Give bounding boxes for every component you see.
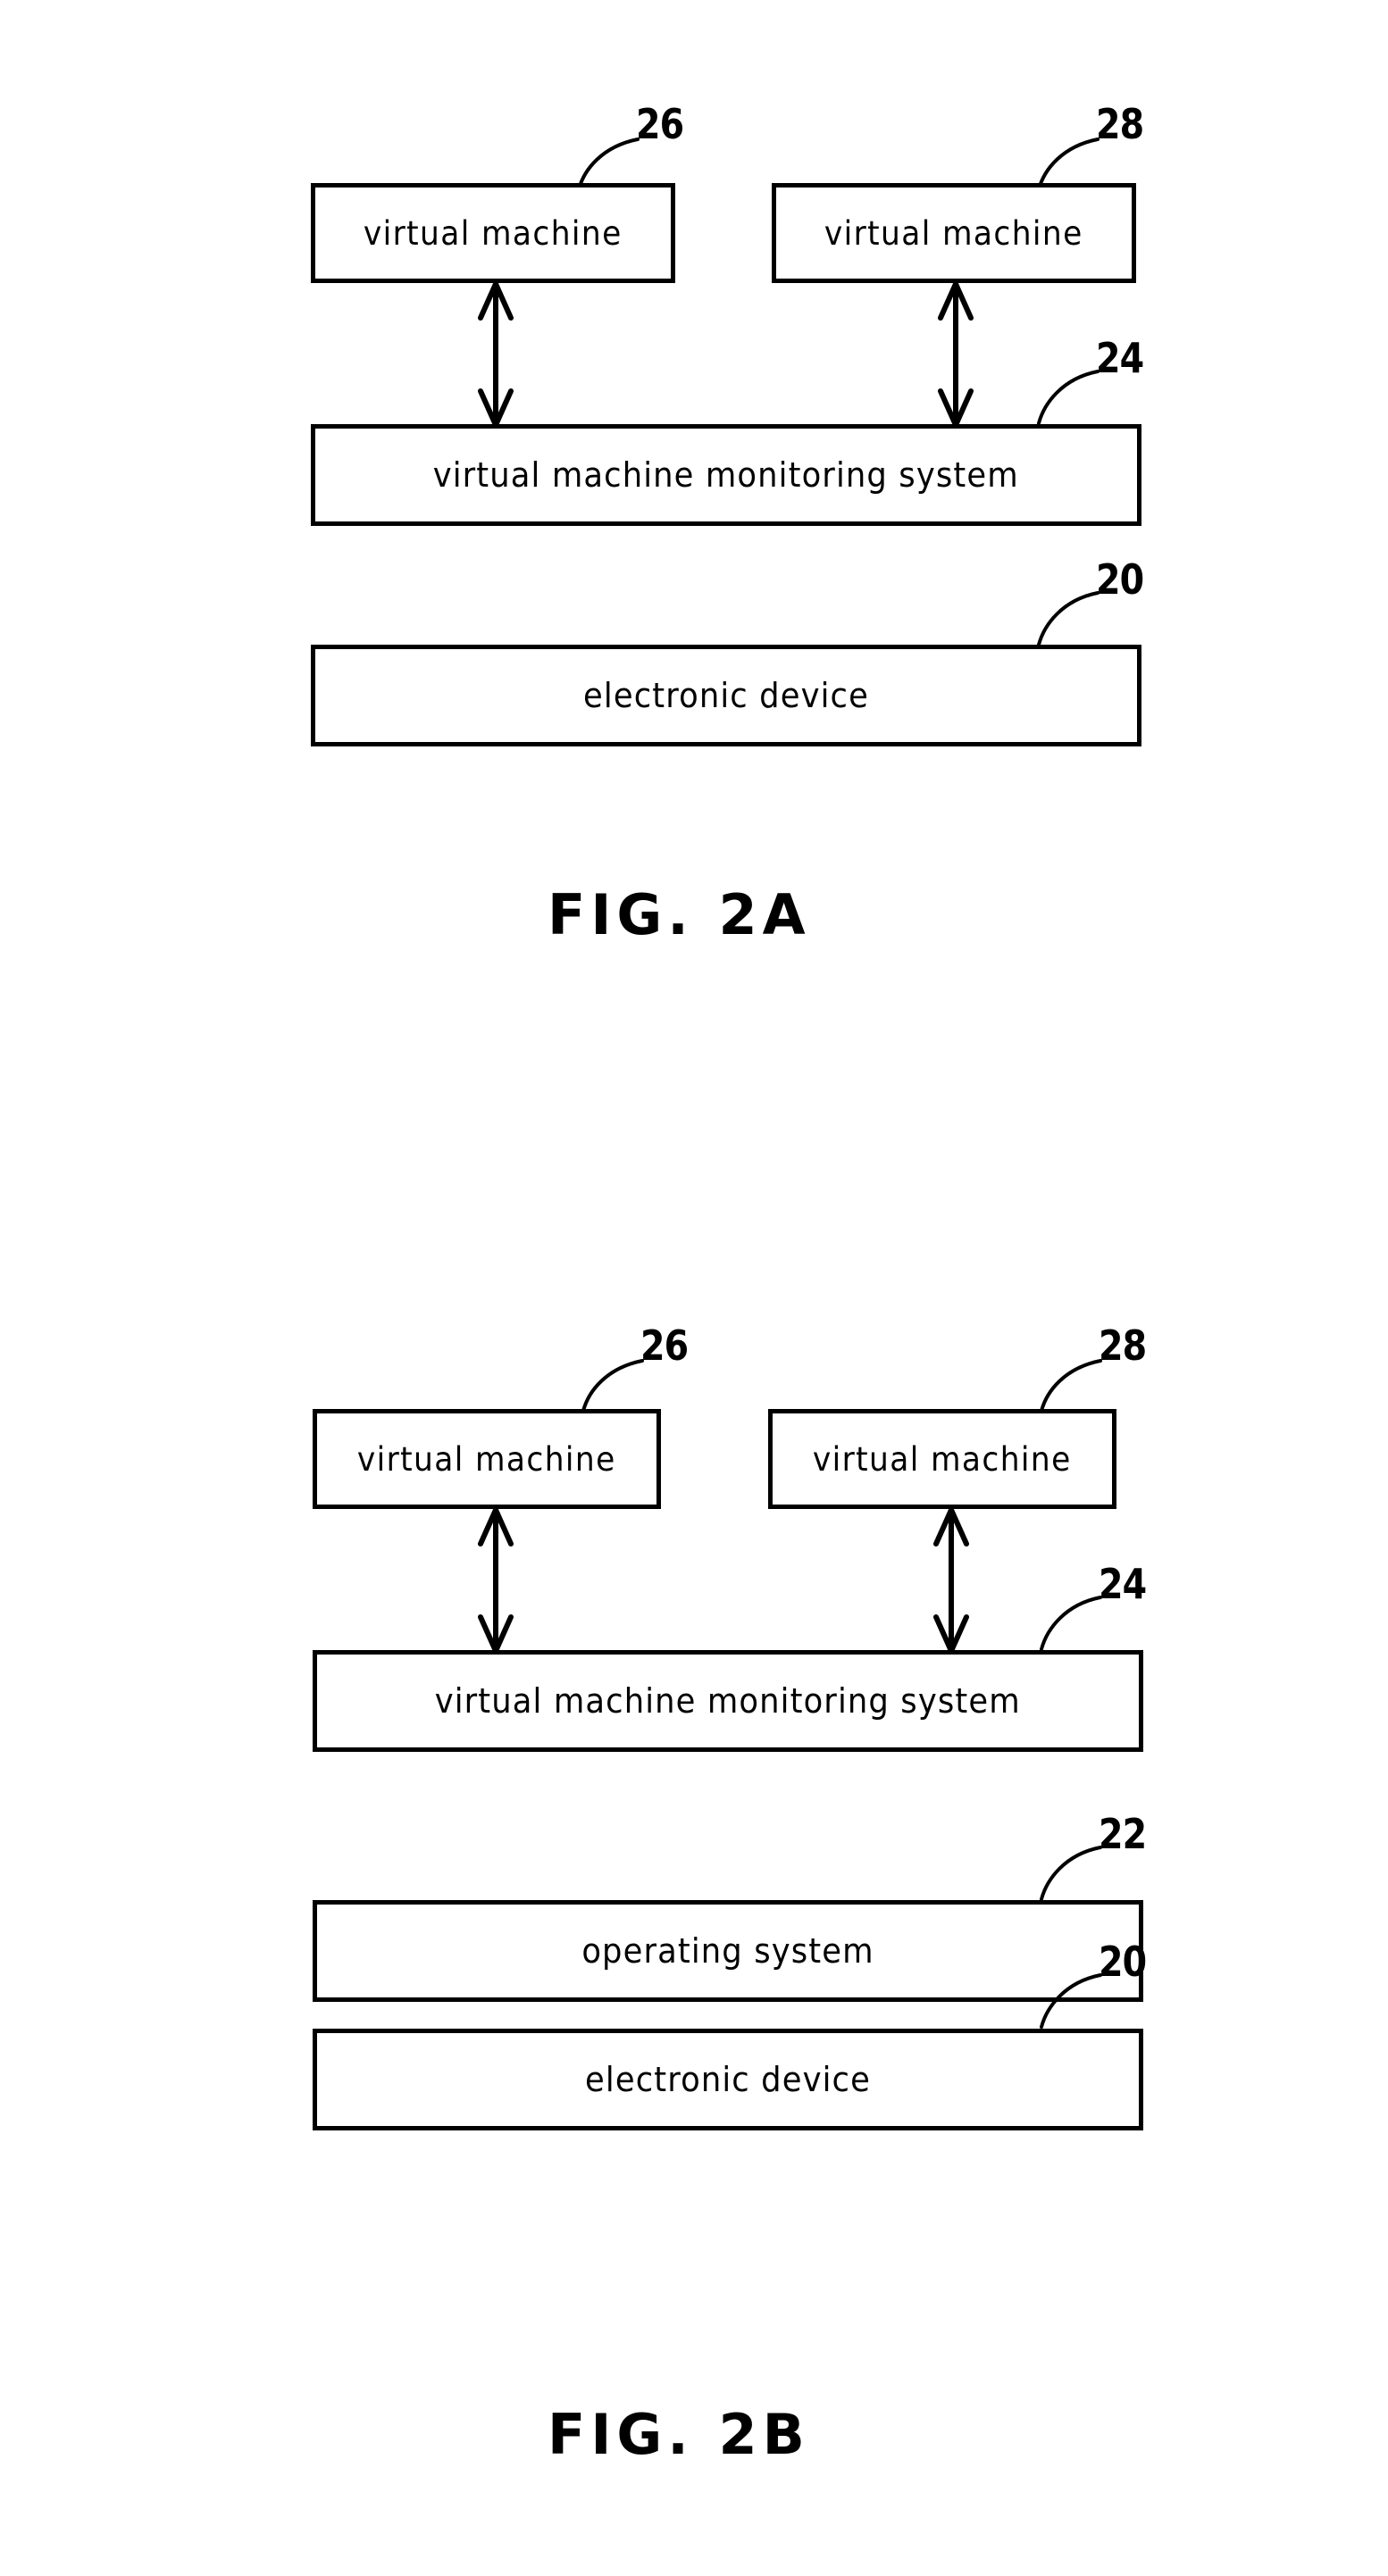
leader-line-20-fig2a xyxy=(1037,591,1100,646)
box-virtual-machine-monitoring-system-24-fig2b: virtual machine monitoring system xyxy=(313,1650,1143,1752)
box-electronic-device-20-fig2b: electronic device xyxy=(313,2029,1143,2130)
reference-numeral-28: 28 xyxy=(1096,100,1144,148)
double-arrow-vm28-to-monitor xyxy=(938,282,974,427)
leader-line-22-fig2b xyxy=(1040,1846,1102,1901)
box-label-virtual-machine-28-fig2b: virtual machine xyxy=(813,1439,1072,1479)
double-arrow-vm26-to-monitor xyxy=(478,282,514,427)
figure-caption-2a: FIG. 2A xyxy=(548,882,811,947)
figure-caption-2b: FIG. 2B xyxy=(548,2402,810,2467)
box-label-virtual-machine-monitoring-system-24-fig2b: virtual machine monitoring system xyxy=(434,1681,1022,1721)
leader-line-28-fig2b xyxy=(1040,1359,1102,1413)
reference-numeral-26: 26 xyxy=(636,100,684,148)
box-virtual-machine-monitoring-system-24: virtual machine monitoring system xyxy=(311,424,1141,526)
double-arrow-vm26-to-monitor-fig2b xyxy=(478,1508,514,1653)
leader-line-24-fig2a xyxy=(1037,370,1100,425)
box-label-virtual-machine-26-fig2b: virtual machine xyxy=(357,1439,616,1479)
box-virtual-machine-26-fig2b: virtual machine xyxy=(313,1409,661,1509)
reference-numeral-28-fig2b: 28 xyxy=(1099,1321,1147,1370)
box-virtual-machine-26: virtual machine xyxy=(311,183,675,283)
leader-line-26-fig2b xyxy=(581,1359,644,1413)
double-arrow-vm28-to-monitor-fig2b xyxy=(933,1508,969,1653)
reference-numeral-24: 24 xyxy=(1096,334,1144,382)
box-label-virtual-machine-26: virtual machine xyxy=(364,213,623,253)
reference-numeral-24-fig2b: 24 xyxy=(1099,1560,1147,1608)
box-label-virtual-machine-28: virtual machine xyxy=(824,213,1083,253)
box-operating-system-22: operating system xyxy=(313,1900,1143,2002)
box-label-electronic-device-20: electronic device xyxy=(583,676,869,715)
leader-line-24-fig2b xyxy=(1040,1596,1102,1651)
box-virtual-machine-28: virtual machine xyxy=(772,183,1136,283)
box-label-virtual-machine-monitoring-system-24: virtual machine monitoring system xyxy=(432,455,1020,495)
reference-numeral-26-fig2b: 26 xyxy=(640,1321,689,1370)
box-virtual-machine-28-fig2b: virtual machine xyxy=(768,1409,1116,1509)
box-electronic-device-20: electronic device xyxy=(311,645,1141,746)
reference-numeral-20: 20 xyxy=(1096,555,1144,604)
box-label-operating-system-22: operating system xyxy=(581,1931,874,1971)
reference-numeral-22: 22 xyxy=(1099,1810,1147,1858)
reference-numeral-20-fig2b: 20 xyxy=(1099,1938,1147,1986)
patent-drawing-sheet: 26 28 virtual machine virtual machine 24… xyxy=(0,0,1388,2576)
box-label-electronic-device-20-fig2b: electronic device xyxy=(585,2060,871,2099)
